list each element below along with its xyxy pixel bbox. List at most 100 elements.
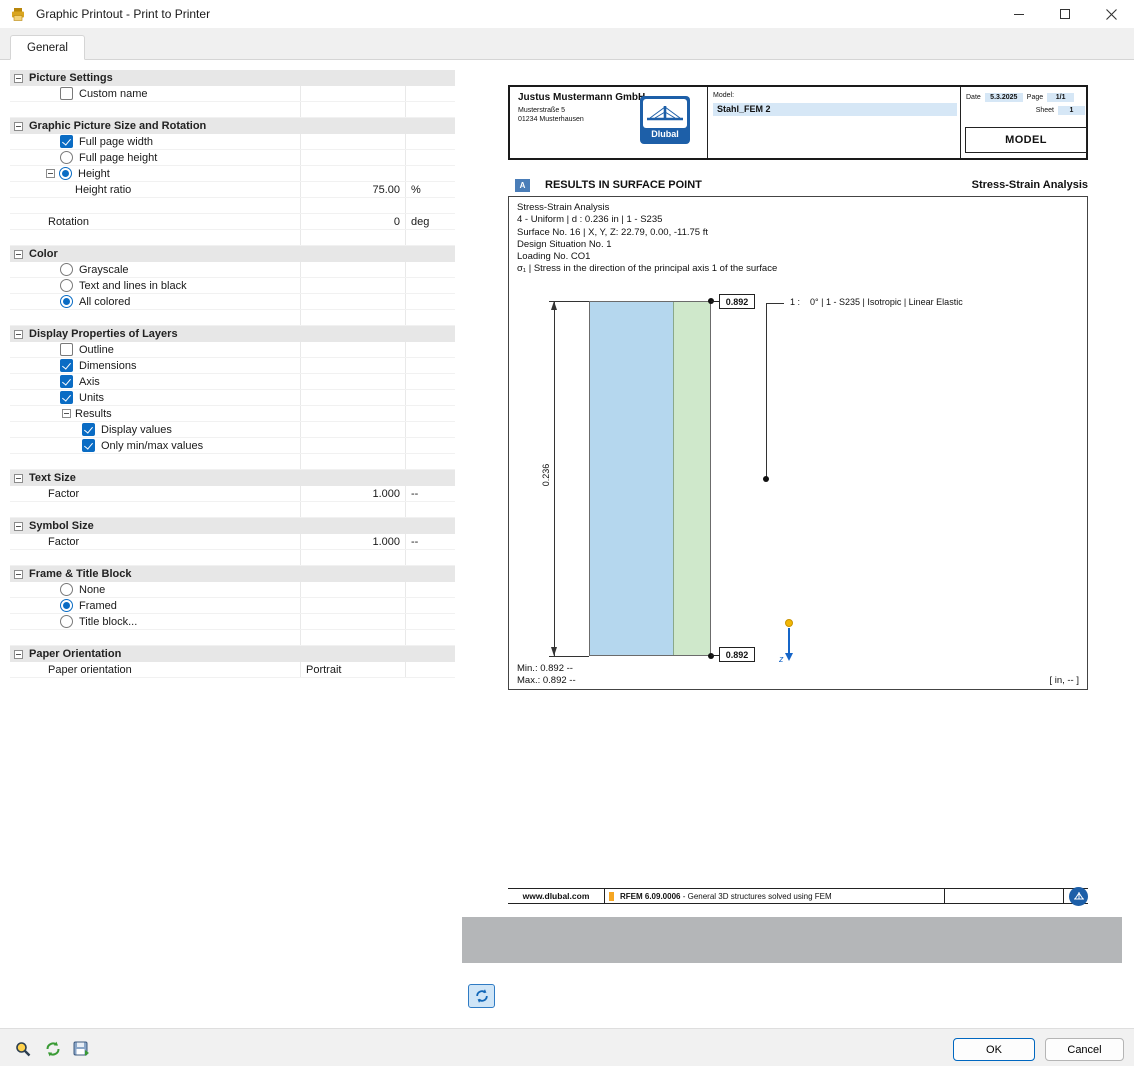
refresh-preview-button[interactable]: [468, 984, 495, 1008]
row-all-colored: All colored: [10, 294, 455, 310]
collapse-icon[interactable]: [14, 569, 23, 579]
results-node[interactable]: Results: [10, 406, 300, 421]
date-value: 5.3.2025: [984, 93, 1023, 102]
units-option[interactable]: Units: [10, 390, 300, 405]
rotation-input[interactable]: 0: [300, 214, 405, 229]
section-picture-settings[interactable]: Picture Settings: [10, 70, 455, 86]
footer-program-text: RFEM 6.09.0006 - General 3D structures s…: [620, 892, 944, 901]
section-color[interactable]: Color: [10, 246, 455, 262]
text-lines-black-radio[interactable]: [60, 279, 73, 292]
text-lines-black-option[interactable]: Text and lines in black: [10, 278, 300, 293]
collapse-icon[interactable]: [14, 73, 23, 83]
dimensions-checkbox[interactable]: [60, 359, 73, 372]
height-option[interactable]: Height: [10, 166, 300, 181]
close-icon: [1105, 8, 1117, 20]
grayscale-option[interactable]: Grayscale: [10, 262, 300, 277]
section-title: Frame & Title Block: [29, 568, 132, 580]
framed-radio[interactable]: [60, 599, 73, 612]
reset-defaults-button[interactable]: [42, 1038, 64, 1060]
outline-option[interactable]: Outline: [10, 342, 300, 357]
info-line: σ₁ | Stress in the direction of the prin…: [517, 263, 778, 275]
page-info-block: Date 5.3.2025 Page 1/1 Sheet 1 MODEL: [960, 87, 1090, 158]
tab-strip: General: [0, 28, 1134, 60]
display-values-checkbox[interactable]: [82, 423, 95, 436]
material-leader-line: [766, 303, 767, 479]
minimize-button[interactable]: [996, 0, 1042, 28]
section-paper-orientation[interactable]: Paper Orientation: [10, 646, 455, 662]
collapse-icon[interactable]: [14, 249, 23, 259]
refresh-icon: [475, 989, 488, 1003]
section-title: Color: [29, 248, 58, 260]
height-radio[interactable]: [59, 167, 72, 180]
row-units: Units: [10, 390, 455, 406]
collapse-icon[interactable]: [14, 521, 23, 531]
section-title: Graphic Picture Size and Rotation: [29, 120, 207, 132]
details-button[interactable]: [12, 1038, 34, 1060]
symbol-factor-unit: --: [405, 534, 455, 549]
section-title: Paper Orientation: [29, 648, 122, 660]
row-text-lines-black: Text and lines in black: [10, 278, 455, 294]
frame-none-radio[interactable]: [60, 583, 73, 596]
outline-checkbox[interactable]: [60, 343, 73, 356]
custom-name-option[interactable]: Custom name: [10, 86, 300, 101]
axis-option[interactable]: Axis: [10, 374, 300, 389]
section-frame-title-block[interactable]: Frame & Title Block: [10, 566, 455, 582]
tab-general-label: General: [27, 41, 68, 54]
dlubal-logo-text: Dlubal: [651, 129, 679, 139]
grayscale-radio[interactable]: [60, 263, 73, 276]
text-factor-input[interactable]: 1.000: [300, 486, 405, 501]
full-page-width-option[interactable]: Full page width: [10, 134, 300, 149]
all-colored-radio[interactable]: [60, 295, 73, 308]
row-dimensions: Dimensions: [10, 358, 455, 374]
display-values-option[interactable]: Display values: [10, 422, 300, 437]
close-button[interactable]: [1088, 0, 1134, 28]
full-page-width-checkbox[interactable]: [60, 135, 73, 148]
height-ratio-label: Height ratio: [75, 183, 132, 196]
material-point: [763, 476, 769, 482]
minmax-block: Min.: 0.892 -- Max.: 0.892 --: [517, 663, 576, 687]
full-page-height-radio[interactable]: [60, 151, 73, 164]
full-page-height-option[interactable]: Full page height: [10, 150, 300, 165]
all-colored-option[interactable]: All colored: [10, 294, 300, 309]
tab-general[interactable]: General: [10, 35, 85, 60]
symbol-factor-input[interactable]: 1.000: [300, 534, 405, 549]
custom-name-checkbox[interactable]: [60, 87, 73, 100]
framed-option[interactable]: Framed: [10, 598, 300, 613]
bridge-icon: [1073, 891, 1084, 899]
app-icon: [10, 6, 26, 22]
paper-orientation-select[interactable]: Portrait: [300, 662, 405, 677]
section-symbol-size[interactable]: Symbol Size: [10, 518, 455, 534]
spacer-row: [10, 102, 455, 118]
only-minmax-option[interactable]: Only min/max values: [10, 438, 300, 453]
cancel-button[interactable]: Cancel: [1045, 1038, 1124, 1061]
only-minmax-checkbox[interactable]: [82, 439, 95, 452]
row-results: Results: [10, 406, 455, 422]
section-title: Text Size: [29, 472, 76, 484]
display-values-label: Display values: [101, 423, 172, 436]
axis-checkbox[interactable]: [60, 375, 73, 388]
row-symbol-factor: Factor 1.000 --: [10, 534, 455, 550]
row-full-page-width: Full page width: [10, 134, 455, 150]
section-text-size[interactable]: Text Size: [10, 470, 455, 486]
collapse-icon[interactable]: [14, 473, 23, 483]
info-line: Surface No. 16 | X, Y, Z: 22.79, 0.00, -…: [517, 226, 709, 238]
collapse-icon[interactable]: [46, 169, 55, 178]
ok-button[interactable]: OK: [953, 1038, 1035, 1061]
units-label: Units: [79, 391, 105, 404]
title-block-radio[interactable]: [60, 615, 73, 628]
height-ratio-input[interactable]: 75.00: [300, 182, 405, 197]
save-settings-button[interactable]: [70, 1038, 92, 1060]
frame-none-option[interactable]: None: [10, 582, 300, 597]
dimensions-option[interactable]: Dimensions: [10, 358, 300, 373]
surface-cross-section: [589, 301, 711, 656]
units-checkbox[interactable]: [60, 391, 73, 404]
collapse-icon[interactable]: [14, 649, 23, 659]
section-layers[interactable]: Display Properties of Layers: [10, 326, 455, 342]
height-ratio-unit: %: [405, 182, 455, 197]
collapse-icon[interactable]: [14, 121, 23, 131]
maximize-button[interactable]: [1042, 0, 1088, 28]
title-block-option[interactable]: Title block...: [10, 614, 300, 629]
section-size-rotation[interactable]: Graphic Picture Size and Rotation: [10, 118, 455, 134]
collapse-icon[interactable]: [62, 409, 71, 418]
collapse-icon[interactable]: [14, 329, 23, 339]
